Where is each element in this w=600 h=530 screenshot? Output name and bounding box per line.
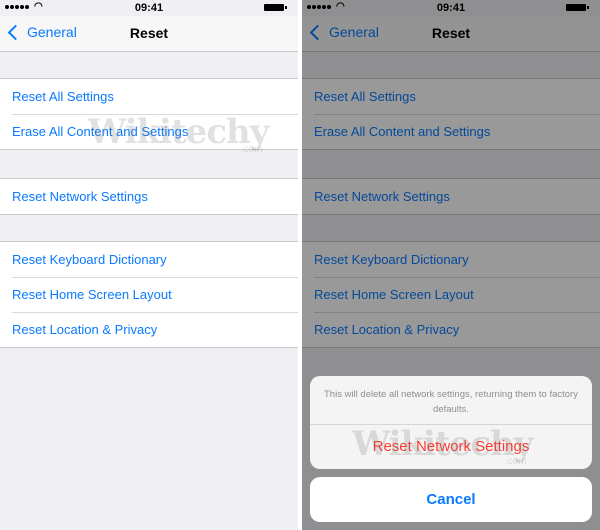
erase-all-content[interactable]: Erase All Content and Settings [0, 114, 298, 149]
status-time: 09:41 [134, 2, 164, 14]
reset-home-screen-layout[interactable]: Reset Home Screen Layout [0, 277, 298, 312]
reset-screen: ◠ 09:41 General Reset Reset All Settings… [0, 0, 298, 530]
settings-group: Reset Keyboard Dictionary Reset Home Scr… [0, 241, 298, 348]
action-sheet-message: This will delete all network settings, r… [310, 376, 592, 425]
battery-icon [264, 4, 287, 11]
page-title: Reset [129, 25, 169, 41]
reset-screen-with-action-sheet: ◠ 09:41 General Reset Reset All Settings… [302, 0, 600, 530]
settings-group: Reset Network Settings [0, 178, 298, 215]
status-bar: ◠ 09:41 [0, 0, 298, 16]
reset-location-privacy[interactable]: Reset Location & Privacy [0, 312, 298, 347]
navigation-bar: General Reset [0, 16, 298, 52]
confirm-reset-network-button[interactable]: Reset Network Settings [310, 425, 592, 469]
reset-all-settings[interactable]: Reset All Settings [0, 79, 298, 114]
reset-keyboard-dictionary[interactable]: Reset Keyboard Dictionary [0, 242, 298, 277]
action-sheet: This will delete all network settings, r… [310, 376, 592, 469]
reset-network-settings[interactable]: Reset Network Settings [0, 179, 298, 214]
cancel-button[interactable]: Cancel [310, 477, 592, 522]
settings-group: Reset All Settings Erase All Content and… [0, 78, 298, 150]
